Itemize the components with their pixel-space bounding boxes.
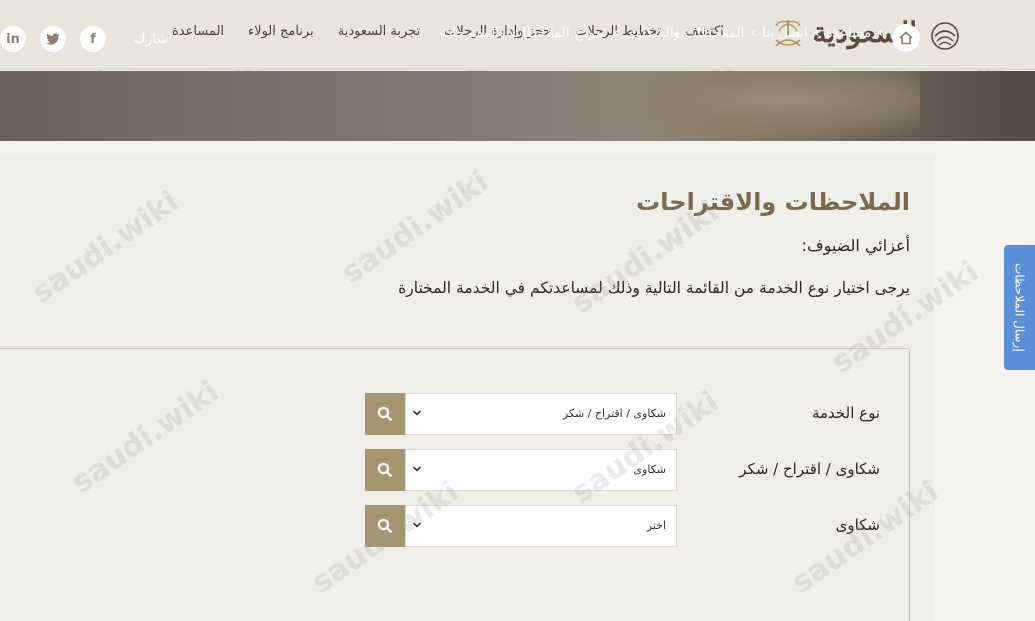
side-tab-label: إرسال الملاحظات (1012, 263, 1027, 352)
chevron-left-icon: ‹ (750, 25, 757, 41)
share-label: شارك (134, 31, 169, 47)
share-bar: in f شارك (0, 26, 168, 52)
select-value: شكاوى (633, 463, 666, 476)
breadcrumb: ‹ مساعدة ‹ اتصل بنا ‹ الملاحظات والشكاوى… (440, 25, 883, 41)
search-button[interactable] (365, 449, 405, 491)
greeting-text: أعزائي الضيوف: (801, 236, 910, 255)
form-row-category: شكاوى شكاوى / اقتراح / شكر (365, 449, 880, 491)
send-feedback-tab[interactable]: إرسال الملاحظات (1004, 245, 1035, 370)
hero-image (590, 71, 920, 141)
field-label: نوع الخدمة (811, 404, 880, 422)
page-title: الملاحظات والاقتراحات (636, 188, 910, 216)
complaints-select[interactable]: اختر (405, 505, 677, 547)
form-row-service-type: شكاوى / اقتراح / شكر نوع الخدمة (365, 393, 880, 435)
description-text: يرجى اختيار نوع الخدمة من القائمة التالي… (398, 279, 910, 297)
chevron-down-icon (412, 410, 422, 416)
home-icon[interactable] (892, 24, 920, 52)
skyteam-emblem-icon (931, 22, 959, 50)
service-type-select[interactable]: شكاوى / اقتراح / شكر (405, 393, 677, 435)
nav-item-experience[interactable]: تجربة السعودية (326, 24, 432, 39)
breadcrumb-item-help[interactable]: مساعدة (826, 25, 872, 41)
linkedin-icon[interactable]: in (0, 26, 26, 52)
twitter-icon[interactable] (40, 26, 66, 52)
nav-item-loyalty[interactable]: برنامج الولاء (236, 24, 326, 39)
search-icon (377, 406, 393, 422)
chevron-down-icon (412, 466, 422, 472)
breadcrumb-item-feedback[interactable]: الملاحظات والشكاوى (625, 25, 744, 41)
field-label: شكاوى / اقتراح / شكر (739, 460, 880, 478)
breadcrumb-item-contact[interactable]: اتصل بنا (762, 25, 808, 41)
nav-item-help[interactable]: المساعدة (160, 24, 236, 39)
category-select[interactable]: شكاوى (405, 449, 677, 491)
chevron-left-icon: ‹ (877, 25, 883, 41)
search-button[interactable] (365, 393, 405, 435)
chevron-left-icon: ‹ (813, 25, 820, 41)
search-icon (377, 518, 393, 534)
search-icon (377, 462, 393, 478)
select-value: شكاوى / اقتراح / شكر (562, 407, 666, 420)
search-button[interactable] (365, 505, 405, 547)
chevron-left-icon: ‹ (613, 25, 620, 41)
chevron-down-icon (412, 522, 422, 528)
field-label: شكاوى (835, 516, 880, 534)
select-value: اختر (646, 519, 666, 532)
hero-banner (0, 71, 1035, 141)
form-row-complaints: اختر شكاوى (365, 505, 880, 547)
breadcrumb-item-current: نموذج الملاحظات والمقترحات (439, 25, 608, 41)
facebook-icon[interactable]: f (80, 26, 106, 52)
